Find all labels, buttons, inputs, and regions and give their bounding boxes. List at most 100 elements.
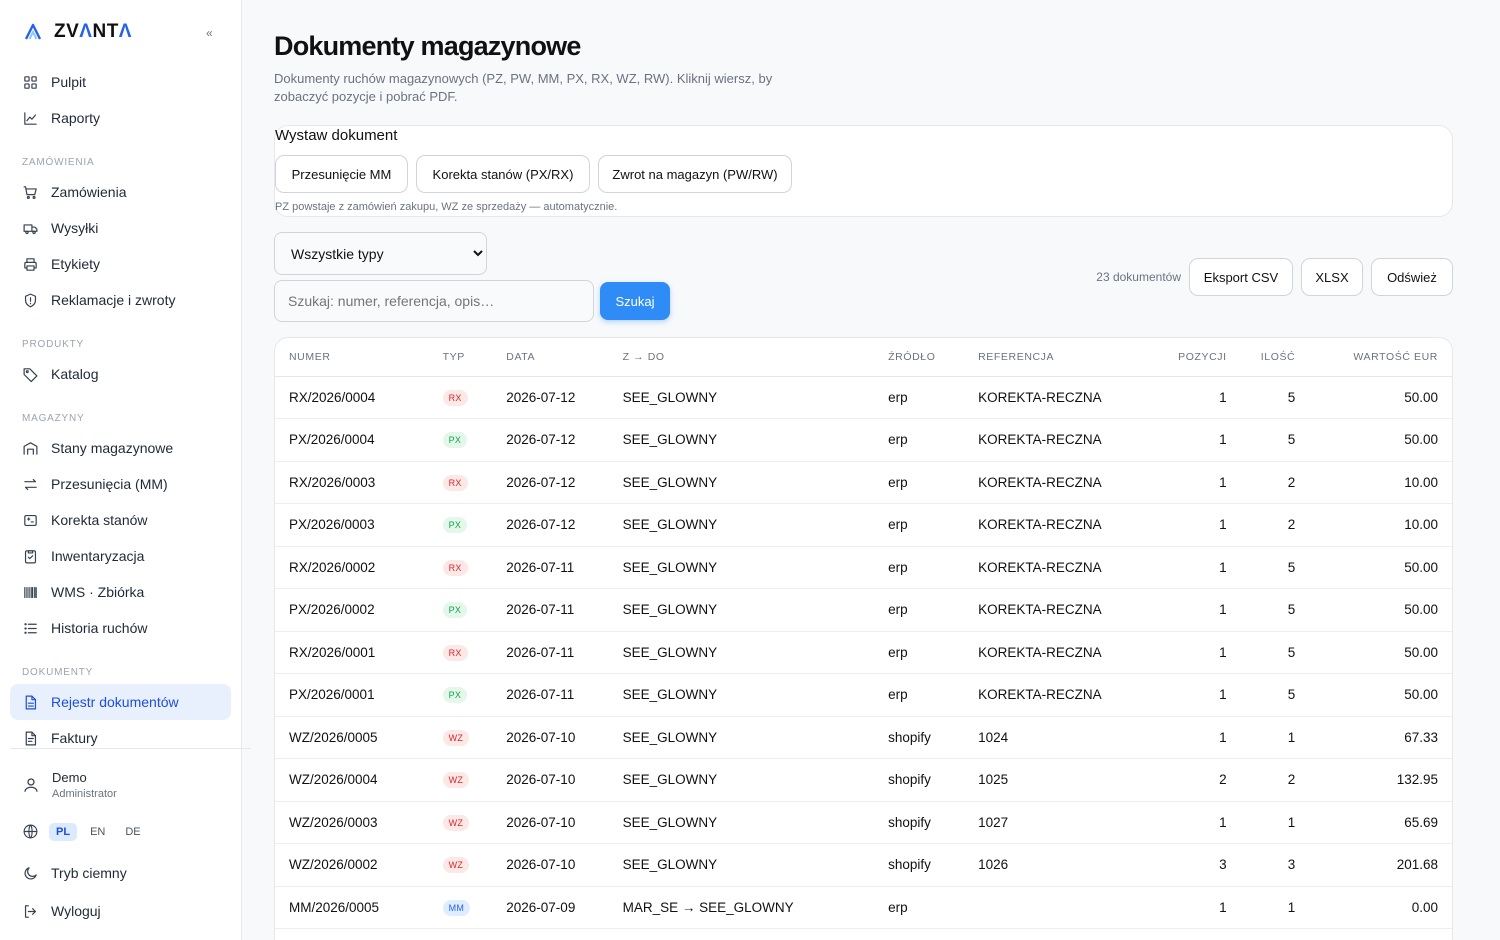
type-badge: WZ	[442, 857, 470, 874]
sidebar-item-label: Rejestr dokumentów	[51, 694, 179, 710]
table-cell: 2	[1240, 461, 1310, 504]
sidebar-item-katalog[interactable]: Katalog	[10, 356, 231, 392]
document-type-select[interactable]: Wszystkie typy	[274, 232, 487, 275]
sidebar-item-rejestr-dokumentów[interactable]: Rejestr dokumentów	[10, 684, 231, 720]
grid-icon	[24, 75, 37, 89]
sidebar-item-korekta-stanów[interactable]: Korekta stanów	[10, 502, 231, 538]
column-header[interactable]: POZYCJI	[1152, 338, 1241, 377]
table-cell: PX/2026/0003	[275, 503, 429, 547]
dark-mode-toggle[interactable]: Tryb ciemny	[10, 855, 251, 891]
language-option-de[interactable]: DE	[118, 823, 147, 841]
sidebar-item-reklamacje-i-zwroty[interactable]: Reklamacje i zwroty	[10, 282, 231, 318]
column-header[interactable]: NUMER	[275, 338, 429, 377]
user-name: Demo	[52, 770, 87, 785]
printer-icon	[24, 257, 37, 271]
export-xlsx-button[interactable]: XLSX	[1301, 258, 1363, 296]
table-cell: RX/2026/0004	[275, 376, 429, 419]
sidebar-item-przesunięcia-mm[interactable]: Przesunięcia (MM)	[10, 466, 231, 502]
table-row[interactable]: WZ/2026/0005 WZ 2026-07-10 SEE_GLOWNY shopif…	[275, 716, 1452, 759]
logout-label: Wyloguj	[51, 903, 101, 919]
sidebar-item-pulpit[interactable]: Pulpit	[10, 64, 231, 100]
table-cell: erp	[874, 673, 965, 717]
sidebar-item-historia-ruchów[interactable]: Historia ruchów	[10, 610, 231, 646]
table-row[interactable]: RX/2026/0003 RX 2026-07-12 SEE_GLOWNY erp KOR…	[275, 461, 1452, 504]
table-cell: 1	[1152, 503, 1241, 547]
sidebar-item-label: Pulpit	[51, 74, 87, 90]
table-row[interactable]: RX/2026/0004 RX 2026-07-12 SEE_GLOWNY erp KOR…	[275, 376, 1452, 419]
sidebar-item-label: Wysyłki	[51, 220, 99, 236]
language-option-pl[interactable]: PL	[49, 823, 78, 841]
logout-button[interactable]: Wyloguj	[10, 893, 251, 929]
sidebar-item-wms-zbiórka[interactable]: WMS · Zbiórka	[10, 574, 231, 610]
refresh-button[interactable]: Odśwież	[1371, 258, 1453, 296]
table-cell: MAR_SE → SEE_GLOWNY	[608, 886, 875, 929]
table-cell: 1025	[964, 758, 1153, 802]
return-to-warehouse-button[interactable]: Zwrot na magazyn (PW/RW)	[598, 155, 792, 193]
column-header[interactable]: ILOŚĆ	[1240, 338, 1310, 377]
type-badge: PX	[442, 517, 468, 534]
table-row[interactable]: RX/2026/0002 RX 2026-07-11 SEE_GLOWNY erp KOR…	[275, 546, 1452, 589]
table-cell: WZ	[428, 716, 493, 759]
search-button[interactable]: Szukaj	[600, 282, 670, 320]
truck-icon	[23, 223, 38, 234]
user-role: Administrator	[52, 788, 117, 800]
logo[interactable]: ZVΛNTΛ	[0, 0, 241, 64]
table-cell: shopify	[874, 758, 965, 802]
column-header[interactable]: Z → DO	[608, 338, 875, 377]
table-row[interactable]: MM/2026/0005 MM 2026-07-09 MAR_SE → SEE_GLO…	[275, 886, 1452, 929]
search-input[interactable]	[274, 280, 594, 322]
logout-icon	[24, 904, 37, 918]
stock-correction-button[interactable]: Korekta stanów (PX/RX)	[416, 155, 590, 193]
table-cell: KOREKTA-RECZNA	[964, 461, 1153, 504]
sidebar-item-zamówienia[interactable]: Zamówienia	[10, 174, 231, 210]
table-row[interactable]: PX/2026/0001 PX 2026-07-11 SEE_GLOWNY erp KOR…	[275, 673, 1452, 717]
table-cell: 1	[1152, 546, 1241, 589]
table-cell: WZ/2026/0002	[275, 843, 429, 887]
column-header[interactable]: DATA	[492, 338, 609, 377]
sidebar-item-inwentaryzacja[interactable]: Inwentaryzacja	[10, 538, 231, 574]
table-cell: erp	[874, 376, 965, 419]
table-cell: 2026-07-11	[492, 546, 609, 589]
moon-icon	[24, 866, 37, 879]
export-csv-button[interactable]: Eksport CSV	[1189, 258, 1293, 296]
table-cell: 1024	[964, 716, 1153, 759]
table-row[interactable]: WZ/2026/0004 WZ 2026-07-10 SEE_GLOWNY shopif…	[275, 758, 1452, 802]
table-cell: 10.00	[1309, 503, 1452, 547]
table-cell: 1	[1240, 801, 1310, 844]
transfer-mm-button[interactable]: Przesunięcie MM	[275, 155, 408, 193]
table-row[interactable]: WZ/2026/0003 WZ 2026-07-10 SEE_GLOWNY shopif…	[275, 801, 1452, 844]
table-cell: erp	[874, 503, 965, 547]
column-header[interactable]: ŹRÓDŁO	[874, 338, 965, 377]
table-row[interactable]: PX/2026/0004 PX 2026-07-12 SEE_GLOWNY erp KOR…	[275, 418, 1452, 462]
sidebar-item-raporty[interactable]: Raporty	[10, 100, 231, 136]
user-profile[interactable]: Demo Administrator	[10, 749, 251, 805]
sidebar-item-stany-magazynowe[interactable]: Stany magazynowe	[10, 430, 231, 466]
sidebar-item-etykiety[interactable]: Etykiety	[10, 246, 231, 282]
column-header[interactable]: TYP	[428, 338, 493, 377]
table-cell: 50.00	[1309, 673, 1452, 717]
brand-name: ZVΛNTΛ	[54, 21, 132, 42]
nav-section-title: DOKUMENTY	[22, 667, 94, 678]
nav-section-title: PRODUKTY	[22, 339, 84, 350]
table-cell: RX	[428, 546, 493, 589]
table-row[interactable]: WZ/2026/0002 WZ 2026-07-10 SEE_GLOWNY shopif…	[275, 843, 1452, 887]
table-cell: PX/2026/0001	[275, 673, 429, 717]
table-cell: RX	[428, 631, 493, 674]
sidebar-item-wysyłki[interactable]: Wysyłki	[10, 210, 231, 246]
table-cell: KOREKTA-RECZNA	[964, 588, 1153, 632]
table-row[interactable]: PX/2026/0002 PX 2026-07-11 SEE_GLOWNY erp KOR…	[275, 588, 1452, 632]
language-option-en[interactable]: EN	[83, 823, 112, 841]
sidebar-item-label: Korekta stanów	[51, 512, 148, 528]
table-cell: 50.00	[1309, 418, 1452, 462]
column-header[interactable]: REFERENCJA	[964, 338, 1153, 377]
table-cell: 2026-07-10	[492, 716, 609, 759]
table-cell: 2	[1152, 758, 1241, 802]
table-cell: 5	[1240, 418, 1310, 462]
table-cell: 1	[1152, 801, 1241, 844]
collapse-sidebar-button[interactable]: «	[206, 26, 213, 40]
table-row[interactable]: RX/2026/0001 RX 2026-07-11 SEE_GLOWNY erp KOR…	[275, 631, 1452, 674]
table-row[interactable]: PX/2026/0003 PX 2026-07-12 SEE_GLOWNY erp KOR…	[275, 503, 1452, 547]
column-header[interactable]: WARTOŚĆ EUR	[1309, 338, 1452, 377]
table-cell: SEE_GLOWNY	[608, 801, 875, 844]
